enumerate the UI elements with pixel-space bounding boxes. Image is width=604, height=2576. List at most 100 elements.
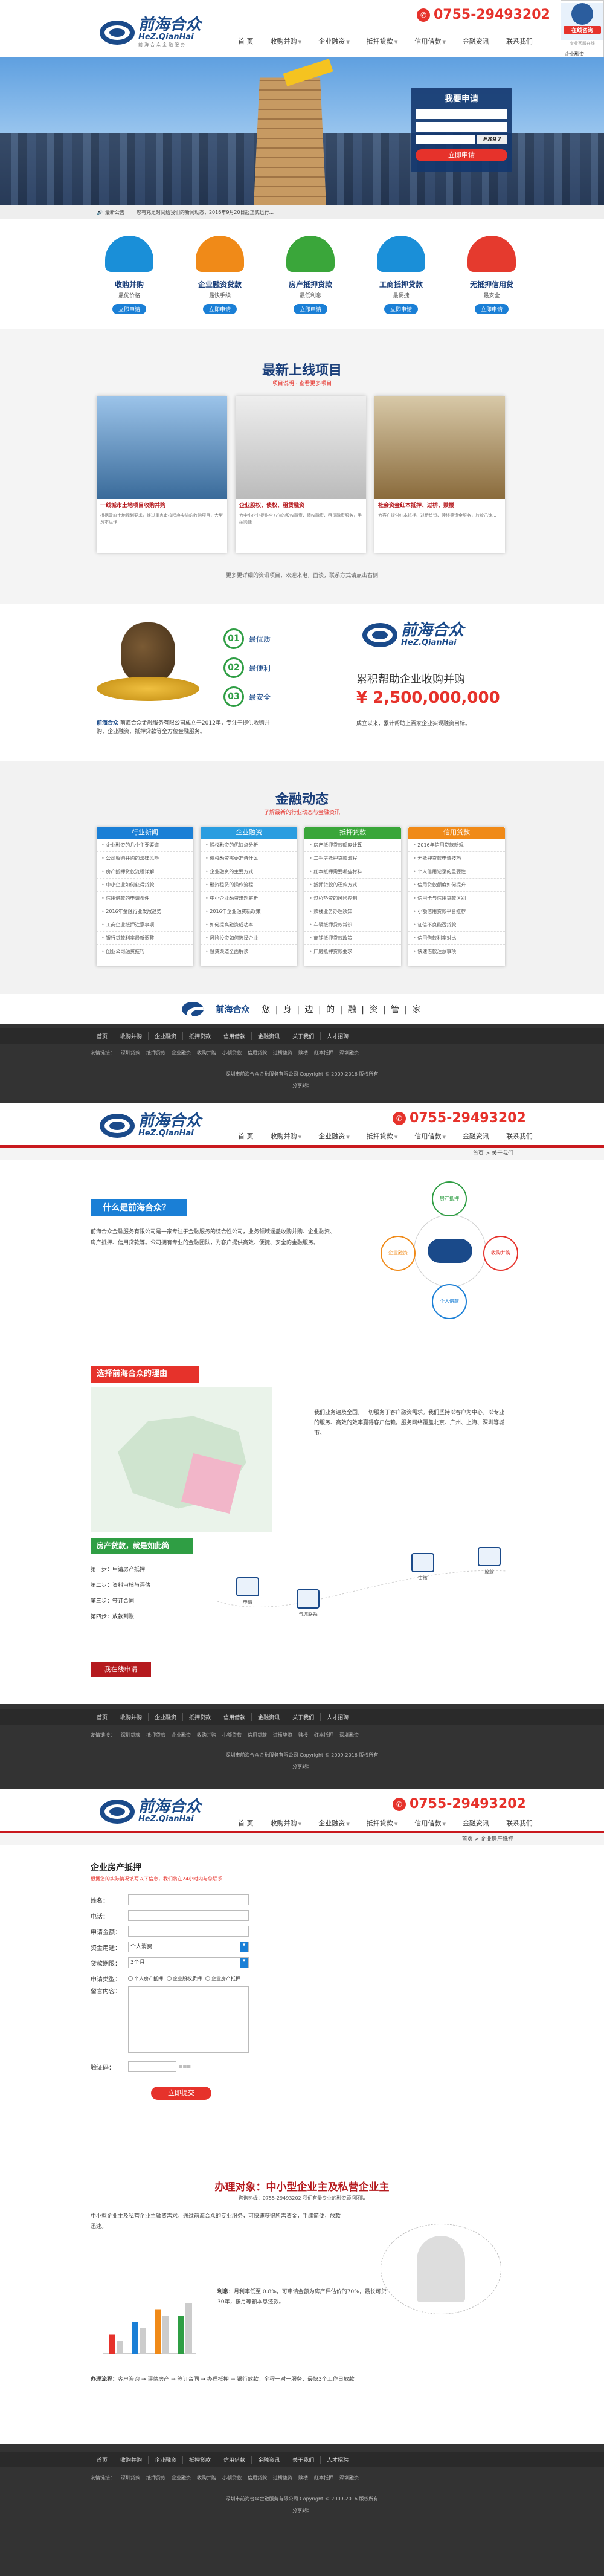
nav-credit[interactable]: 信用借款 — [406, 35, 454, 49]
apply-phone-input[interactable] — [416, 122, 507, 132]
news-column-head[interactable]: 抵押贷款 — [304, 827, 401, 839]
nav-item[interactable]: 信用借款 — [406, 1817, 454, 1831]
news-item[interactable]: 过桥垫资的风险控制 — [304, 892, 401, 905]
footer-nav-item[interactable]: 关于我们 — [286, 1712, 321, 1721]
nav-item[interactable]: 抵押贷款 — [358, 1130, 406, 1144]
footer-link[interactable]: 深圳贷款 — [121, 2474, 140, 2481]
service-circle[interactable]: 个人借款 — [432, 1284, 467, 1319]
nav-news[interactable]: 金融资讯 — [454, 35, 498, 49]
footer-link[interactable]: 收购并购 — [197, 1732, 216, 1738]
news-item[interactable]: 无抵押贷款申请技巧 — [408, 852, 505, 865]
footer-link[interactable]: 企业融资 — [172, 1050, 191, 1056]
nav-item[interactable]: 联系我们 — [498, 1130, 541, 1144]
footer-link[interactable]: 红本抵押 — [314, 1732, 333, 1738]
footer-nav-item[interactable]: 金融资讯 — [252, 1031, 287, 1040]
type-radio[interactable]: 个人房产抵押 — [128, 1975, 163, 1982]
footer-nav-item[interactable]: 信用借款 — [217, 1031, 252, 1040]
phone-input[interactable] — [128, 1910, 249, 1921]
product-apply-button[interactable]: 立即申请 — [112, 304, 146, 314]
footer-nav-item[interactable]: 关于我们 — [286, 1031, 321, 1040]
footer-link[interactable]: 深圳贷款 — [121, 1050, 140, 1056]
footer-nav-item[interactable]: 收购并购 — [114, 2455, 149, 2464]
nav-item[interactable]: 首 页 — [230, 1817, 262, 1831]
footer-link[interactable]: 深圳融资 — [339, 1050, 359, 1056]
footer-link[interactable]: 深圳融资 — [339, 1732, 359, 1738]
footer-link[interactable]: 小额贷款 — [222, 1050, 242, 1056]
online-apply-button[interactable]: 我在线申请 — [91, 1662, 151, 1677]
product-apply-button[interactable]: 立即申请 — [202, 304, 237, 314]
footer-link[interactable]: 赎楼 — [298, 1732, 308, 1738]
news-item[interactable]: 快速借款注意事项 — [408, 945, 505, 958]
footer-nav-item[interactable]: 人才招聘 — [321, 2455, 356, 2464]
footer-link[interactable]: 深圳贷款 — [121, 1732, 140, 1738]
news-item[interactable]: 小额信用贷款平台推荐 — [408, 905, 505, 918]
news-item[interactable]: 赎楼业务办理须知 — [304, 905, 401, 918]
footer-nav-item[interactable]: 信用借款 — [217, 1712, 252, 1721]
form-submit-button[interactable]: 立即提交 — [151, 2087, 211, 2100]
product-card[interactable]: 企业融资贷款 最快手续 立即申请 — [184, 236, 255, 314]
project-card[interactable]: 一线城市土地项目收购并购 根据政府土地规划要求，经过重点审核程序实施的收购项目，大… — [97, 396, 227, 553]
product-card[interactable]: 收购并购 最优价格 立即申请 — [94, 236, 165, 314]
footer-nav-item[interactable]: 首页 — [91, 1031, 115, 1040]
footer-nav-item[interactable]: 信用借款 — [217, 2455, 252, 2464]
amount-input[interactable] — [128, 1926, 249, 1937]
nav-merger[interactable]: 收购并购 — [262, 35, 310, 49]
footer-link[interactable]: 过桥垫资 — [273, 2474, 292, 2481]
logo[interactable]: 前海合众 HeZ.QianHai 前海合众金融服务 — [100, 17, 201, 48]
product-card[interactable]: 房产抵押贷款 最低利息 立即申请 — [275, 236, 346, 314]
message-textarea[interactable] — [128, 1986, 249, 2053]
footer-nav-item[interactable]: 企业融资 — [149, 1712, 184, 1721]
product-apply-button[interactable]: 立即申请 — [293, 304, 327, 314]
logo[interactable]: 前海合众 HeZ.QianHai — [100, 1113, 201, 1138]
service-circle[interactable]: 企业融资 — [381, 1236, 416, 1271]
footer-link[interactable]: 收购并购 — [197, 2474, 216, 2481]
footer-link[interactable]: 红本抵押 — [314, 1050, 333, 1056]
nav-item[interactable]: 首 页 — [230, 1130, 262, 1144]
apply-name-input[interactable] — [416, 109, 507, 119]
term-select[interactable]: 3个月 ▾ — [128, 1957, 249, 1968]
news-column-head[interactable]: 信用贷款 — [408, 827, 505, 839]
footer-link[interactable]: 小额贷款 — [222, 2474, 242, 2481]
footer-link[interactable]: 信用贷款 — [248, 2474, 267, 2481]
nav-item[interactable]: 金融资讯 — [454, 1130, 498, 1144]
nav-item[interactable]: 联系我们 — [498, 1817, 541, 1831]
footer-nav-item[interactable]: 金融资讯 — [252, 1712, 287, 1721]
nav-item[interactable]: 收购并购 — [262, 1130, 310, 1144]
news-item[interactable]: 如何提高融资成功率 — [201, 918, 297, 932]
news-item[interactable]: 商铺抵押贷款政策 — [304, 932, 401, 945]
nav-item[interactable]: 企业融资 — [310, 1817, 358, 1831]
footer-nav-item[interactable]: 首页 — [91, 2455, 115, 2464]
product-card[interactable]: 工商抵押贷款 最便捷 立即申请 — [365, 236, 437, 314]
news-item[interactable]: 债权融资需要准备什么 — [201, 852, 297, 865]
footer-link[interactable]: 过桥垫资 — [273, 1050, 292, 1056]
nav-item[interactable]: 信用借款 — [406, 1130, 454, 1144]
service-circle[interactable]: 房产抵押 — [432, 1181, 467, 1216]
footer-link[interactable]: 赎楼 — [298, 1050, 308, 1056]
news-item[interactable]: 个人信用记录的重要性 — [408, 865, 505, 879]
type-radio[interactable]: 企业房产抵押 — [205, 1975, 240, 1982]
nav-home[interactable]: 首 页 — [230, 35, 262, 49]
project-card[interactable]: 社会资金红本抵押、过桥、赎楼 为客户提供红本抵押、过桥垫资、赎楼等资金服务，放款迅… — [374, 396, 505, 553]
news-item[interactable]: 房产抵押贷款流程详解 — [97, 865, 193, 879]
apply-submit-button[interactable]: 立即申请 — [416, 149, 507, 161]
product-apply-button[interactable]: 立即申请 — [474, 304, 509, 314]
footer-nav-item[interactable]: 抵押贷款 — [183, 2455, 218, 2464]
captcha-image[interactable]: ▦▦▦ — [179, 2064, 191, 2069]
news-item[interactable]: 信用贷款额度如何提升 — [408, 879, 505, 892]
footer-link[interactable]: 红本抵押 — [314, 2474, 333, 2481]
news-item[interactable]: 二手房抵押贷款流程 — [304, 852, 401, 865]
news-item[interactable]: 2016年信用贷款新规 — [408, 839, 505, 852]
footer-link[interactable]: 深圳融资 — [339, 2474, 359, 2481]
news-item[interactable]: 风险投资如何选择企业 — [201, 932, 297, 945]
footer-nav-item[interactable]: 关于我们 — [286, 2455, 321, 2464]
product-apply-button[interactable]: 立即申请 — [384, 304, 418, 314]
news-item[interactable]: 融资渠道全面解读 — [201, 945, 297, 958]
footer-link[interactable]: 信用贷款 — [248, 1050, 267, 1056]
nav-financing[interactable]: 企业融资 — [310, 35, 358, 49]
news-item[interactable]: 红本抵押需要哪些材料 — [304, 865, 401, 879]
breadcrumb[interactable]: 首页 > 企业房产抵押 — [0, 1833, 604, 1845]
type-radio[interactable]: 企业股权质押 — [167, 1975, 202, 1982]
nav-item[interactable]: 收购并购 — [262, 1817, 310, 1831]
service-circle[interactable]: 收购并购 — [483, 1236, 518, 1271]
footer-nav-item[interactable]: 抵押贷款 — [183, 1031, 218, 1040]
